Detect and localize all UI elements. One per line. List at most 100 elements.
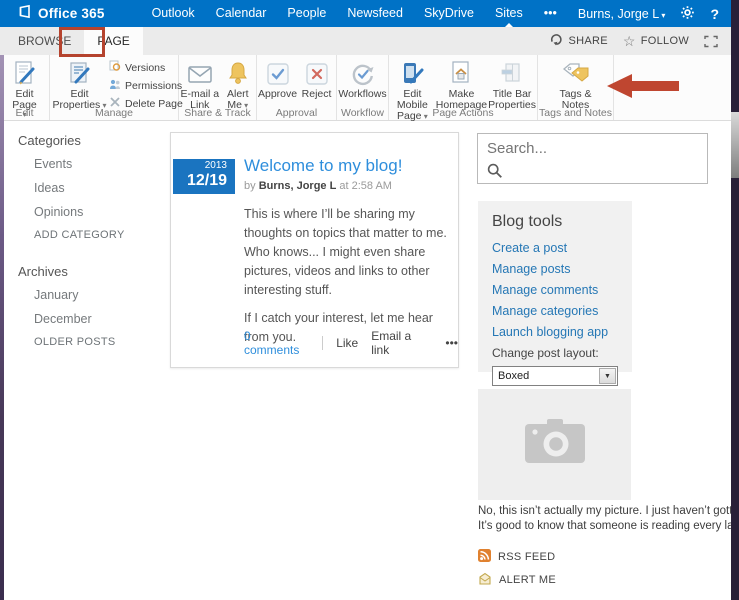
manage-small-buttons: Versions Permissions Delete Page xyxy=(109,58,177,111)
ribbon-group-workflow: Workflows Workflow xyxy=(337,55,389,120)
manage-comments-link[interactable]: Manage comments xyxy=(492,283,624,297)
group-label-workflow: Workflow xyxy=(337,107,388,119)
alert-envelope-icon xyxy=(478,572,492,588)
group-label-share-track: Share & Track xyxy=(179,107,256,119)
create-post-link[interactable]: Create a post xyxy=(492,241,624,255)
search-icon[interactable] xyxy=(487,163,503,184)
like-button[interactable]: Like xyxy=(336,336,358,350)
group-label-approval: Approval xyxy=(257,107,336,119)
nav-newsfeed[interactable]: Newsfeed xyxy=(346,0,404,27)
search-input[interactable] xyxy=(478,134,688,157)
group-label-tags-notes: Tags and Notes xyxy=(538,107,613,119)
archives-heading: Archives xyxy=(18,264,163,279)
scrollbar[interactable] xyxy=(731,0,739,600)
versions-button[interactable]: Versions xyxy=(109,60,177,75)
caption-line: It’s good to know that someone is readin… xyxy=(478,519,731,534)
help-icon[interactable]: ? xyxy=(710,6,719,22)
reject-button[interactable]: Reject xyxy=(298,58,335,100)
user-area: Burns, Jorge L ? xyxy=(578,5,731,23)
camera-icon xyxy=(523,419,587,470)
change-post-layout-label: Change post layout: xyxy=(492,346,624,360)
annotation-arrow-icon xyxy=(606,72,680,105)
category-ideas[interactable]: Ideas xyxy=(18,181,163,195)
office365-logo[interactable]: Office 365 xyxy=(0,4,105,24)
group-label-manage: Manage xyxy=(50,107,178,119)
post-layout-dropdown[interactable]: Boxed xyxy=(492,366,618,386)
follow-button[interactable]: FOLLOW xyxy=(623,33,689,50)
post-layout-value: Boxed xyxy=(493,370,599,382)
post-paragraph: This is where I’ll be sharing my thought… xyxy=(244,205,457,300)
nav-sites[interactable]: Sites xyxy=(494,0,524,27)
post-date: 12/19 xyxy=(173,172,227,190)
post-byline: by Burns, Jorge L at 2:58 AM xyxy=(244,180,392,192)
older-posts-link[interactable]: OLDER POSTS xyxy=(18,336,163,348)
alert-me-button[interactable]: Alert Me xyxy=(221,58,255,111)
dropdown-arrow-icon[interactable] xyxy=(599,368,616,384)
edit-properties-icon xyxy=(67,59,93,89)
archive-january[interactable]: January xyxy=(18,288,163,302)
alert-bell-icon xyxy=(227,59,249,89)
reject-icon xyxy=(304,59,330,89)
suite-nav: Outlook Calendar People Newsfeed SkyDriv… xyxy=(151,0,558,27)
tags-notes-icon xyxy=(561,59,591,89)
title-bar-properties-button[interactable]: Title Bar Properties xyxy=(488,58,536,111)
tabrow-right-actions: SHARE FOLLOW xyxy=(550,27,731,55)
workflows-button[interactable]: Workflows xyxy=(338,58,387,100)
rss-feed-link[interactable]: RSS FEED xyxy=(478,549,555,565)
make-homepage-icon xyxy=(448,59,474,89)
background-window-edge xyxy=(0,55,4,600)
nav-skydrive[interactable]: SkyDrive xyxy=(423,0,475,27)
email-link-button[interactable]: E-mail a Link xyxy=(180,58,220,111)
add-category-link[interactable]: ADD CATEGORY xyxy=(18,229,163,241)
ribbon-group-tags-notes: Tags & Notes Tags and Notes xyxy=(538,55,614,120)
caption-line: No, this isn’t actually my picture. I ju… xyxy=(478,504,731,519)
permissions-button[interactable]: Permissions xyxy=(109,78,177,93)
edit-page-icon xyxy=(12,59,38,89)
categories-heading: Categories xyxy=(18,133,163,148)
rss-feed-label: RSS FEED xyxy=(498,551,555,563)
user-menu[interactable]: Burns, Jorge L xyxy=(578,7,666,21)
comments-link[interactable]: 0 comments xyxy=(244,329,309,357)
nav-people[interactable]: People xyxy=(286,0,327,27)
nav-calendar[interactable]: Calendar xyxy=(215,0,268,27)
archive-december[interactable]: December xyxy=(18,312,163,326)
alert-me-link[interactable]: ALERT ME xyxy=(478,572,556,588)
post-year: 2013 xyxy=(173,159,227,172)
share-button[interactable]: SHARE xyxy=(550,33,607,49)
make-homepage-button[interactable]: Make Homepage xyxy=(436,58,487,111)
email-link-icon xyxy=(186,59,214,89)
email-a-link-button[interactable]: Email a link xyxy=(371,329,432,357)
share-sync-icon xyxy=(550,33,563,49)
focus-mode-icon[interactable] xyxy=(704,35,718,48)
office-logo-icon xyxy=(17,4,32,24)
post-title-link[interactable]: Welcome to my blog! xyxy=(244,156,402,176)
category-events[interactable]: Events xyxy=(18,157,163,171)
nav-more-ellipsis[interactable]: ••• xyxy=(543,0,558,27)
title-bar-properties-icon xyxy=(498,59,526,89)
post-more-button[interactable]: ••• xyxy=(445,336,458,350)
search-box[interactable] xyxy=(477,133,708,184)
edit-properties-button[interactable]: Edit Properties xyxy=(51,58,108,111)
post-footer: 0 comments Like Email a link ••• xyxy=(244,329,458,357)
footer-divider xyxy=(322,336,323,350)
category-opinions[interactable]: Opinions xyxy=(18,205,163,219)
workflows-icon xyxy=(350,59,376,89)
manage-categories-link[interactable]: Manage categories xyxy=(492,304,624,318)
versions-icon xyxy=(109,60,121,75)
tags-notes-button[interactable]: Tags & Notes xyxy=(554,58,598,111)
manage-posts-link[interactable]: Manage posts xyxy=(492,262,624,276)
post-author-link[interactable]: Burns, Jorge L xyxy=(259,180,337,192)
alert-me-label: ALERT ME xyxy=(499,574,556,586)
gear-icon[interactable] xyxy=(680,5,695,23)
scrollbar-thumb[interactable] xyxy=(731,112,739,178)
group-label-edit: Edit xyxy=(0,107,49,119)
ribbon-group-approval: Approve Reject Approval xyxy=(257,55,337,120)
approve-button[interactable]: Approve xyxy=(258,58,297,100)
ribbon-group-page-actions: Edit Mobile Page Make Homepage Title Bar… xyxy=(389,55,538,120)
photo-placeholder xyxy=(478,389,631,500)
launch-blogging-app-link[interactable]: Launch blogging app xyxy=(492,325,624,339)
rss-icon xyxy=(478,549,491,565)
blog-post-card: 2013 12/19 Welcome to my blog! by Burns,… xyxy=(170,132,459,368)
nav-outlook[interactable]: Outlook xyxy=(151,0,196,27)
brand-text: Office 365 xyxy=(38,6,105,21)
